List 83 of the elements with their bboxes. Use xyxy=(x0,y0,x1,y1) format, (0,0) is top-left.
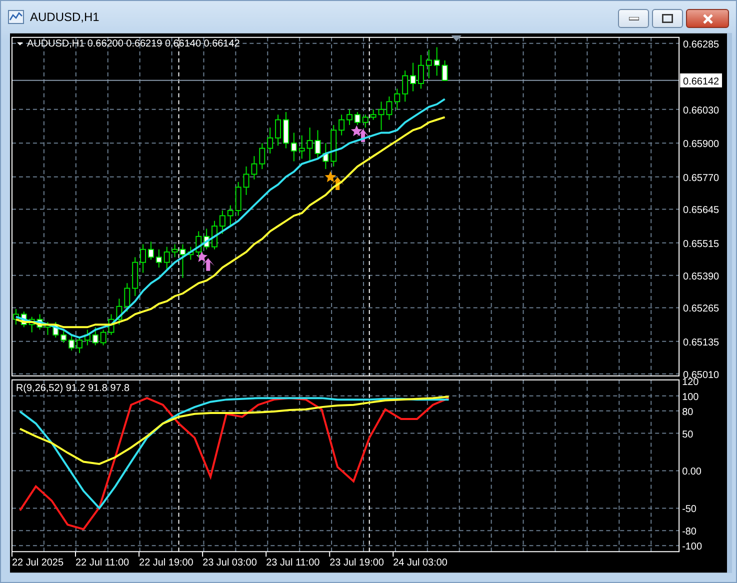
candlestick xyxy=(92,326,98,346)
dropdown-triangle-icon[interactable] xyxy=(17,42,23,46)
chart-legend: AUDUSD,H1 0.66200 0.66219 0.66140 0.66142 xyxy=(26,38,240,50)
arrow-up-icon xyxy=(356,129,370,142)
time-axis-label: 22 Jul 11:00 xyxy=(76,558,130,569)
candlestick xyxy=(338,114,345,136)
candlestick xyxy=(212,220,218,250)
time-axis-label: 23 Jul 19:00 xyxy=(330,558,384,569)
arrow-up-icon xyxy=(331,177,344,190)
candlestick xyxy=(235,182,242,216)
indicator-axis-label: 80 xyxy=(682,406,694,418)
chart-window-icon xyxy=(8,10,24,24)
star-icon xyxy=(196,251,208,262)
price-axis-label: 0.66030 xyxy=(683,105,720,116)
indicator-axis-label: 0.00 xyxy=(682,466,702,478)
candlestick xyxy=(346,108,352,126)
indicator-legend: R(9,26,52) 91.2 91.8 97.8 xyxy=(16,382,130,394)
time-axis-label: 23 Jul 11:00 xyxy=(266,558,320,569)
price-axis-label: 0.65390 xyxy=(683,271,720,282)
candlestick xyxy=(298,134,305,160)
close-button[interactable] xyxy=(686,9,729,28)
candlestick xyxy=(426,49,432,79)
price-axis-label: 0.65515 xyxy=(683,238,720,250)
arrow-up-icon xyxy=(202,258,215,271)
time-axis-label: 24 Jul 03:00 xyxy=(393,558,448,569)
candlestick xyxy=(100,329,106,346)
candlestick xyxy=(362,114,368,128)
time-axis-label: 23 Jul 03:00 xyxy=(202,558,257,569)
price-axis-label: 0.66285 xyxy=(683,39,720,50)
candlestick xyxy=(60,329,67,344)
candlestick xyxy=(354,112,360,126)
indicator-axis-label: -100 xyxy=(682,542,702,553)
candlestick xyxy=(378,101,384,131)
candlestick xyxy=(124,282,130,312)
candlestick xyxy=(282,112,289,149)
maximize-button[interactable] xyxy=(652,9,683,28)
price-axis-label: 0.65645 xyxy=(683,205,720,216)
shift-marker-icon xyxy=(451,35,462,42)
price-axis-label: 0.65265 xyxy=(683,304,720,315)
indicator-axis-label: -80 xyxy=(682,526,696,538)
candlestick xyxy=(219,210,226,234)
candlestick xyxy=(314,130,321,160)
candlestick xyxy=(442,60,448,82)
star-icon xyxy=(350,125,362,136)
candlestick xyxy=(227,204,234,227)
time-axis-label: 22 Jul 19:00 xyxy=(139,558,194,569)
star-icon xyxy=(324,171,336,182)
candlestick xyxy=(140,244,146,274)
candlestick xyxy=(394,88,400,110)
indicator-axis-label: 100 xyxy=(682,392,699,403)
time-axis-label: 22 Jul 2025 xyxy=(12,558,64,569)
price-axis-label: 0.65135 xyxy=(683,337,720,348)
candlestick xyxy=(156,248,162,268)
candlestick xyxy=(410,62,416,92)
candlestick xyxy=(251,156,258,180)
price-axis-label: 0.65900 xyxy=(683,139,720,150)
maximize-icon xyxy=(662,14,673,23)
candlestick xyxy=(148,241,154,260)
candlestick xyxy=(386,96,392,120)
close-icon xyxy=(702,14,714,24)
minimize-icon xyxy=(628,16,638,20)
candlestick xyxy=(259,142,266,170)
candlestick xyxy=(172,244,178,258)
indicator-axis-label: 120 xyxy=(682,376,699,388)
candlestick xyxy=(275,114,282,146)
candlestick xyxy=(418,54,424,90)
window-title: AUDUSD,H1 xyxy=(30,10,100,24)
candlestick xyxy=(267,127,274,154)
candlestick xyxy=(76,337,82,354)
current-price-label: 0.66142 xyxy=(680,73,722,88)
candlestick xyxy=(164,246,170,271)
candlestick xyxy=(434,46,440,76)
indicator-axis-label: -50 xyxy=(682,504,696,516)
candlestick xyxy=(290,132,297,162)
candlestick xyxy=(370,108,376,120)
candlestick xyxy=(306,127,313,162)
candlestick xyxy=(402,70,408,102)
candlestick xyxy=(68,334,75,351)
candlestick xyxy=(180,244,186,278)
price-axis-label: 0.65770 xyxy=(683,172,720,184)
indicator-axis-label: 50 xyxy=(682,429,694,440)
minimize-button[interactable] xyxy=(618,9,649,28)
candlestick xyxy=(243,166,250,196)
